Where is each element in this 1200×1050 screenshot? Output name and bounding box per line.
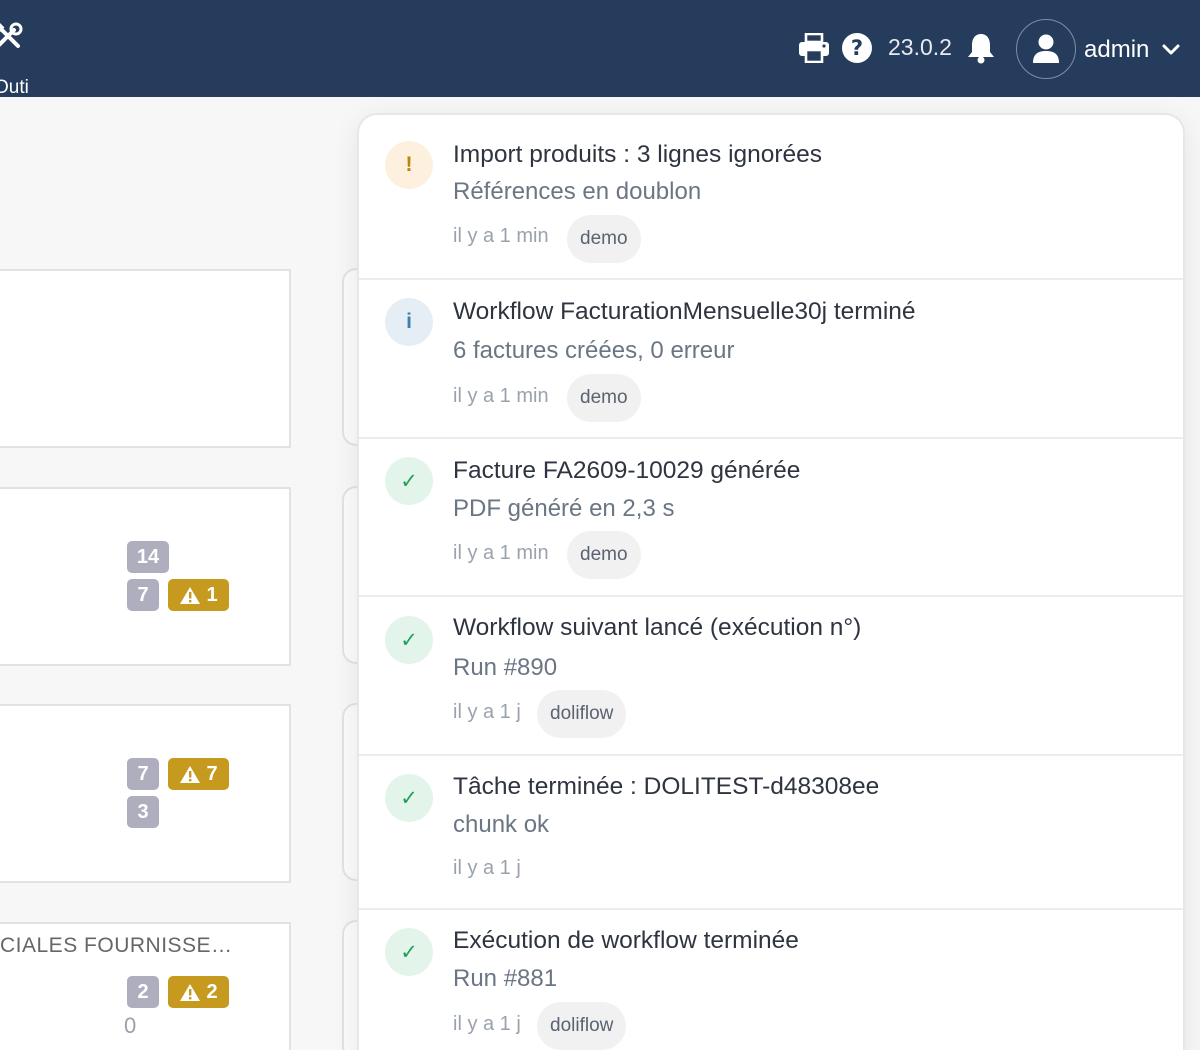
count-badge: 7 xyxy=(127,579,159,611)
card-title: CIALES FOURNISSE… xyxy=(0,934,233,957)
notification-subtitle: Références en doublon xyxy=(453,178,702,205)
notification-tag: doliflow xyxy=(537,1002,627,1050)
notification-time: il y a 1 j xyxy=(453,701,521,723)
warning-badge: 1 xyxy=(168,579,229,611)
notification-item[interactable]: ✓ Workflow suivant lancé (exécution n°) … xyxy=(359,597,1183,756)
card-value: 0 xyxy=(124,1013,137,1038)
warning-badge: 7 xyxy=(168,758,229,790)
svg-text:?: ? xyxy=(851,36,863,60)
dashboard-card[interactable]: 7 7 3 xyxy=(0,704,291,883)
username[interactable]: admin xyxy=(1084,36,1149,64)
warning-icon xyxy=(180,765,201,783)
avatar[interactable] xyxy=(1016,19,1076,79)
tools-menu[interactable]: Outils xyxy=(0,20,40,98)
notification-tag: demo xyxy=(567,374,641,422)
top-navbar: Outils ? 23.0.2 admin xyxy=(0,0,1200,98)
warning-count: 1 xyxy=(206,583,218,606)
notification-time: il y a 1 min xyxy=(453,225,549,247)
tools-icon xyxy=(0,22,23,48)
notification-time: il y a 1 min xyxy=(453,385,549,407)
warning-count: 2 xyxy=(206,980,218,1003)
notification-time: il y a 1 j xyxy=(453,1013,521,1035)
notification-title: Workflow FacturationMensuelle30j terminé xyxy=(453,298,916,325)
help-icon[interactable]: ? xyxy=(840,31,874,65)
info-icon: i xyxy=(385,298,433,346)
warning-badge: 2 xyxy=(168,976,229,1008)
notifications-panel: ! Import produits : 3 lignes ignorées Ré… xyxy=(357,113,1185,1050)
dashboard-card[interactable]: 14 7 1 xyxy=(0,487,291,666)
notification-title: Workflow suivant lancé (exécution n°) xyxy=(453,614,862,641)
tools-label: Outils xyxy=(0,78,30,98)
notification-title: Facture FA2609-10029 générée xyxy=(453,457,801,484)
bell-icon[interactable] xyxy=(964,31,998,65)
notification-subtitle: chunk ok xyxy=(453,811,550,838)
notification-item[interactable]: ✓ Tâche terminée : DOLITEST-d48308ee chu… xyxy=(359,756,1183,910)
notification-tag: demo xyxy=(567,215,641,263)
user-icon xyxy=(1033,34,1059,63)
notification-title: Exécution de workflow terminée xyxy=(453,927,799,954)
notification-tag: demo xyxy=(567,531,641,579)
count-badge: 7 xyxy=(127,758,159,790)
notification-subtitle: PDF généré en 2,3 s xyxy=(453,495,675,522)
check-icon: ✓ xyxy=(385,928,433,976)
warning-icon: ! xyxy=(385,141,433,189)
notification-title: Tâche terminée : DOLITEST-d48308ee xyxy=(453,773,880,800)
notification-item[interactable]: i Workflow FacturationMensuelle30j termi… xyxy=(359,280,1183,439)
warning-icon xyxy=(180,586,201,604)
warning-icon xyxy=(180,983,201,1001)
check-icon: ✓ xyxy=(385,457,433,505)
count-badge: 14 xyxy=(127,541,169,573)
version-number: 23.0.2 xyxy=(888,34,952,60)
notification-item[interactable]: ✓ Facture FA2609-10029 générée PDF génér… xyxy=(359,439,1183,597)
notification-tag: doliflow xyxy=(537,690,627,738)
notification-title: Import produits : 3 lignes ignorées xyxy=(453,141,823,168)
notification-subtitle: 6 factures créées, 0 erreur xyxy=(453,337,735,364)
notification-subtitle: Run #890 xyxy=(453,654,558,681)
warning-count: 7 xyxy=(206,762,218,785)
count-badge: 2 xyxy=(127,976,159,1008)
notification-time: il y a 1 j xyxy=(453,857,521,879)
notification-time: il y a 1 min xyxy=(453,542,549,564)
count-badge: 3 xyxy=(127,796,159,828)
check-icon: ✓ xyxy=(385,616,433,664)
chevron-down-icon[interactable] xyxy=(1160,38,1182,60)
notification-item[interactable]: ✓ Exécution de workflow terminée Run #88… xyxy=(359,910,1183,1050)
check-icon: ✓ xyxy=(385,774,433,822)
notification-item[interactable]: ! Import produits : 3 lignes ignorées Ré… xyxy=(359,115,1183,280)
notification-subtitle: Run #881 xyxy=(453,965,558,992)
print-icon[interactable] xyxy=(797,31,831,65)
dashboard-card[interactable] xyxy=(0,269,291,448)
